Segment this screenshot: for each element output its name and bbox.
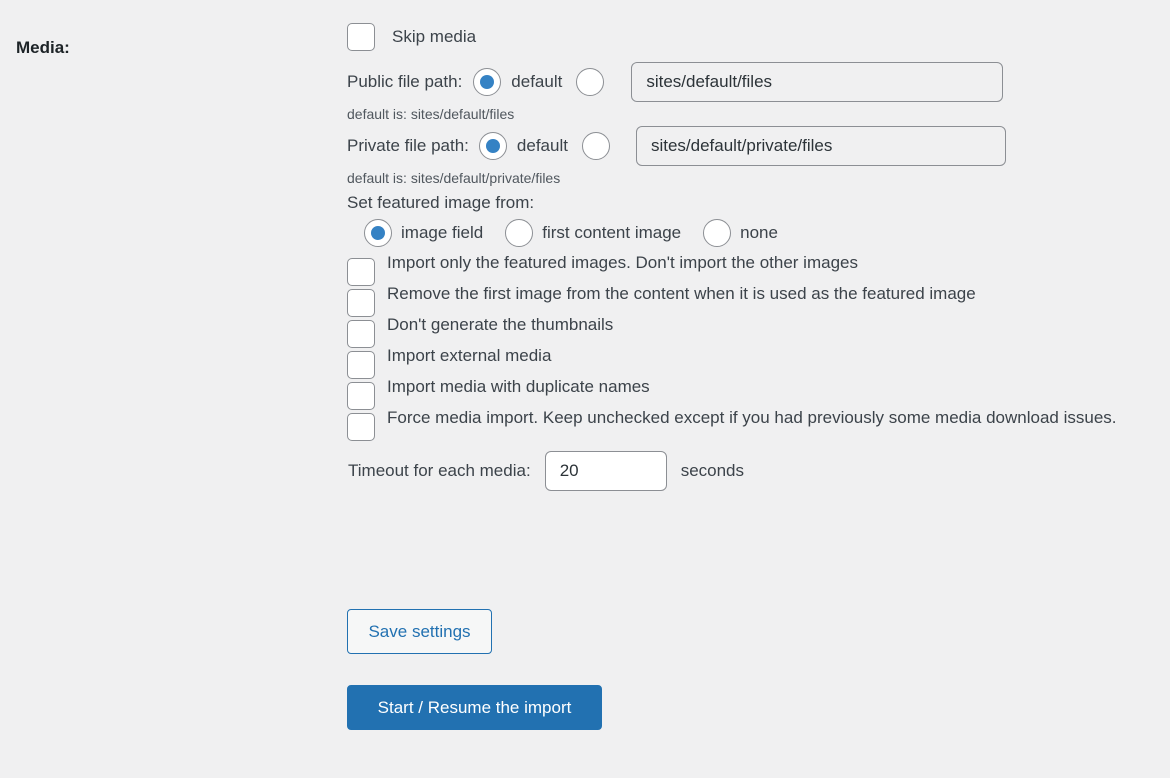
- private-file-path-default-radio[interactable]: [479, 132, 507, 160]
- featured-image-option-none-radio[interactable]: [703, 219, 731, 247]
- featured-image-option-first-content-image-label: first content image: [542, 218, 681, 248]
- force-media-import-label: Force media import. Keep unchecked excep…: [387, 408, 1117, 427]
- featured-image-option-image-field-radio[interactable]: [364, 219, 392, 247]
- timeout-row: Timeout for each media: seconds: [347, 451, 1147, 491]
- import-duplicate-names-label: Import media with duplicate names: [387, 377, 650, 396]
- import-external-media-label: Import external media: [387, 346, 551, 365]
- checkbox-row-import-external-media: Import external media: [347, 341, 1147, 371]
- featured-image-option-first-content-image-radio[interactable]: [505, 219, 533, 247]
- checkbox-row-import-only-featured: Import only the featured images. Don't i…: [347, 248, 1147, 278]
- private-file-path-default-label: default: [517, 131, 568, 161]
- featured-image-option-none-label: none: [740, 218, 778, 248]
- timeout-unit-label: seconds: [681, 456, 744, 486]
- featured-image-title: Set featured image from:: [347, 190, 1147, 216]
- checkbox-row-remove-first-image: Remove the first image from the content …: [347, 279, 1147, 309]
- no-thumbnails-checkbox[interactable]: [347, 320, 375, 348]
- public-file-path-row: Public file path: default: [347, 62, 1147, 102]
- private-file-path-label: Private file path:: [347, 131, 469, 161]
- media-settings-panel: Media: Skip media Public file path: defa…: [0, 0, 1170, 778]
- private-file-path-hint: default is: sites/default/private/files: [347, 168, 1147, 188]
- import-duplicate-names-checkbox[interactable]: [347, 382, 375, 410]
- public-file-path-default-label: default: [511, 67, 562, 97]
- timeout-label: Timeout for each media:: [348, 456, 531, 486]
- skip-media-label: Skip media: [392, 22, 476, 52]
- private-file-path-custom-radio[interactable]: [582, 132, 610, 160]
- private-file-path-row: Private file path: default: [347, 126, 1147, 166]
- section-label: Media:: [16, 36, 316, 60]
- public-file-path-hint: default is: sites/default/files: [347, 104, 1147, 124]
- import-only-featured-checkbox[interactable]: [347, 258, 375, 286]
- start-resume-import-button[interactable]: Start / Resume the import: [347, 685, 602, 730]
- public-file-path-label: Public file path:: [347, 67, 462, 97]
- checkbox-row-import-duplicate-names: Import media with duplicate names: [347, 372, 1147, 402]
- public-file-path-default-radio[interactable]: [473, 68, 501, 96]
- remove-first-image-checkbox[interactable]: [347, 289, 375, 317]
- media-fields-column: Skip media Public file path: default def…: [347, 22, 1147, 491]
- no-thumbnails-label: Don't generate the thumbnails: [387, 315, 613, 334]
- skip-media-row: Skip media: [347, 22, 1147, 52]
- import-external-media-checkbox[interactable]: [347, 351, 375, 379]
- checkbox-row-no-thumbnails: Don't generate the thumbnails: [347, 310, 1147, 340]
- checkbox-row-force-media-import: Force media import. Keep unchecked excep…: [347, 403, 1147, 433]
- featured-image-options: image field first content image none: [347, 218, 1147, 248]
- public-file-path-input[interactable]: [631, 62, 1003, 102]
- private-file-path-input[interactable]: [636, 126, 1006, 166]
- force-media-import-checkbox[interactable]: [347, 413, 375, 441]
- save-settings-button[interactable]: Save settings: [347, 609, 492, 654]
- remove-first-image-label: Remove the first image from the content …: [387, 284, 976, 303]
- timeout-input[interactable]: [545, 451, 667, 491]
- public-file-path-custom-radio[interactable]: [576, 68, 604, 96]
- skip-media-checkbox[interactable]: [347, 23, 375, 51]
- featured-image-option-image-field-label: image field: [401, 218, 483, 248]
- import-only-featured-label: Import only the featured images. Don't i…: [387, 253, 858, 272]
